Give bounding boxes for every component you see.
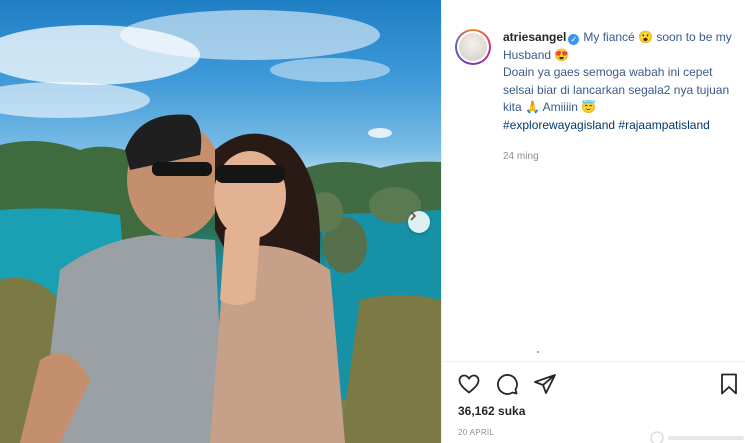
post-detail-panel: atriesangel ✓ My fiancé 😮 soon to be my Hu… — [441, 0, 745, 443]
next-photo-button[interactable] — [408, 211, 430, 233]
heart-icon[interactable] — [457, 372, 481, 396]
photo-scene — [0, 10, 441, 443]
divider — [442, 361, 745, 362]
verified-badge-icon: ✓ — [568, 34, 580, 45]
hashtag-link[interactable]: #explorewayagisland — [503, 118, 615, 132]
like-count[interactable]: 36,162 suka — [458, 404, 525, 418]
post-date: 20 APRIL — [458, 428, 495, 437]
loading-dot — [537, 351, 539, 353]
hashtag-link[interactable]: #rajaampatisland — [618, 118, 709, 132]
time-ago: 24 ming — [503, 151, 539, 162]
caption-line-2: Doain ya gaes semoga wabah ini cepet sel… — [503, 65, 730, 114]
avatar[interactable] — [455, 29, 491, 65]
caption-body: atriesangel ✓ My fiancé 😮 soon to be my Hu… — [503, 29, 739, 166]
watermark-logo — [650, 431, 744, 443]
post-photo[interactable] — [0, 0, 441, 443]
caption: atriesangel ✓ My fiancé 😮 soon to be my Hu… — [455, 29, 742, 166]
share-icon[interactable] — [533, 372, 557, 396]
avatar-image — [459, 33, 487, 61]
comment-icon[interactable] — [495, 372, 519, 396]
action-bar — [457, 372, 557, 396]
username-link[interactable]: atriesangel — [503, 30, 566, 44]
bookmark-icon[interactable] — [717, 372, 741, 396]
chevron-right-icon — [410, 211, 417, 221]
